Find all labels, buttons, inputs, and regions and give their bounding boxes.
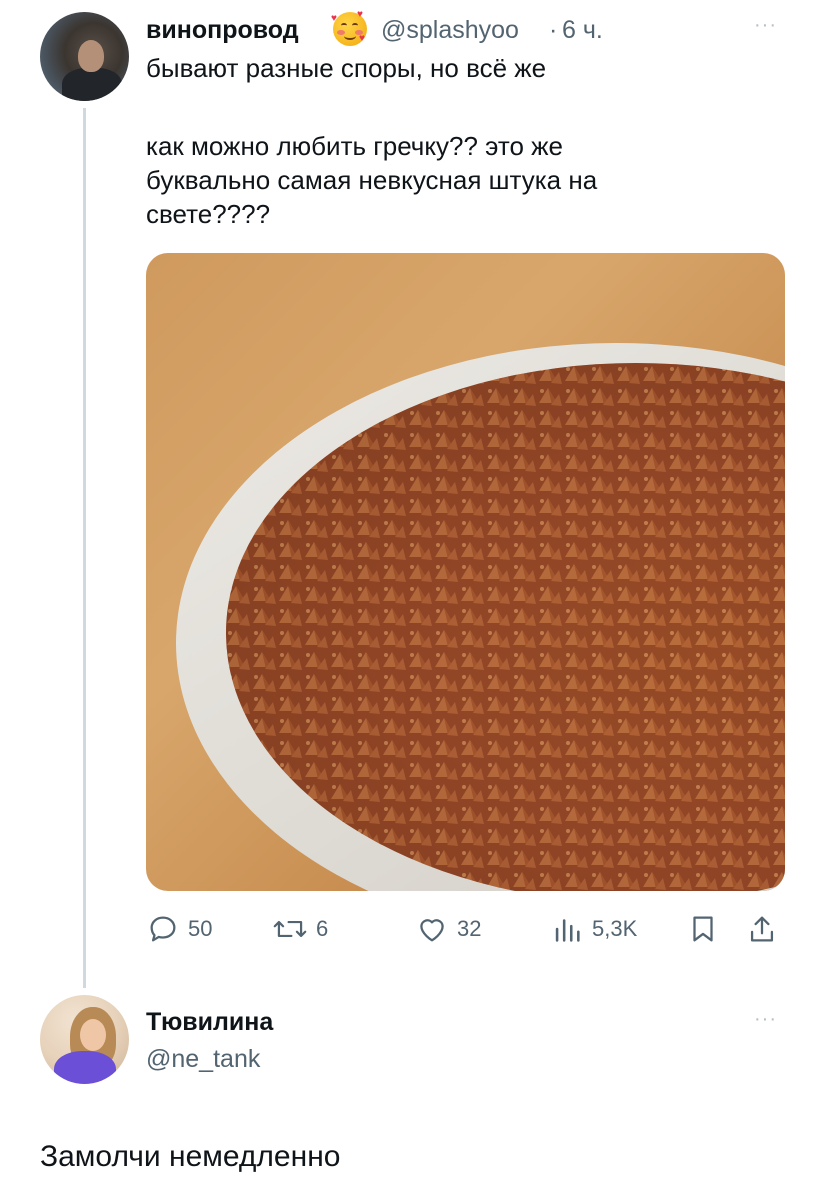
separator-dot: · <box>549 16 558 44</box>
author-handle[interactable]: @splashyoo <box>381 16 519 45</box>
smiling-face-with-hearts-icon: ♥ ♥ ♥ <box>331 10 367 46</box>
avatar-face-shape <box>80 1019 106 1051</box>
post-time[interactable]: 6 ч. <box>562 16 603 45</box>
reply-text: Замолчи немедленно <box>40 1140 341 1173</box>
repost-count: 6 <box>316 916 329 941</box>
buckwheat-bowl-illustration <box>176 343 785 891</box>
heart-icon <box>420 919 444 942</box>
repost-button[interactable]: 6 <box>272 912 352 946</box>
post-text-body: как можно любить гречку?? это же букваль… <box>146 131 598 229</box>
reply-count: 50 <box>188 916 213 941</box>
reply-more-options-icon[interactable]: ··· <box>754 1008 777 1031</box>
bookmark-button[interactable] <box>686 912 720 946</box>
more-options-icon[interactable]: ··· <box>754 14 777 37</box>
share-button[interactable] <box>745 912 779 946</box>
views-chart-icon <box>555 919 580 942</box>
bookmark-icon <box>693 916 713 942</box>
reply-author-name[interactable]: Тювилина <box>146 1008 273 1037</box>
share-icon <box>750 916 774 942</box>
author-name[interactable]: винопровод <box>146 16 299 45</box>
views-button[interactable]: 5,3K <box>550 912 660 946</box>
post-image[interactable] <box>146 253 785 891</box>
like-button[interactable]: 32 <box>415 912 505 946</box>
repost-icon <box>273 920 307 938</box>
reply-icon <box>150 916 176 942</box>
reply-button[interactable]: 50 <box>146 912 226 946</box>
reply-author-avatar[interactable] <box>40 995 129 1084</box>
reply-author-handle[interactable]: @ne_tank <box>146 1045 260 1074</box>
author-avatar[interactable] <box>40 12 129 101</box>
avatar-body-shape <box>62 68 122 101</box>
avatar-face-shape <box>78 40 104 72</box>
like-count: 32 <box>457 916 482 941</box>
thread-connector-line <box>83 108 86 988</box>
avatar-body-shape <box>54 1051 116 1084</box>
post-text-line1: бывают разные споры, но всё же <box>146 53 547 83</box>
views-count: 5,3K <box>592 916 638 941</box>
